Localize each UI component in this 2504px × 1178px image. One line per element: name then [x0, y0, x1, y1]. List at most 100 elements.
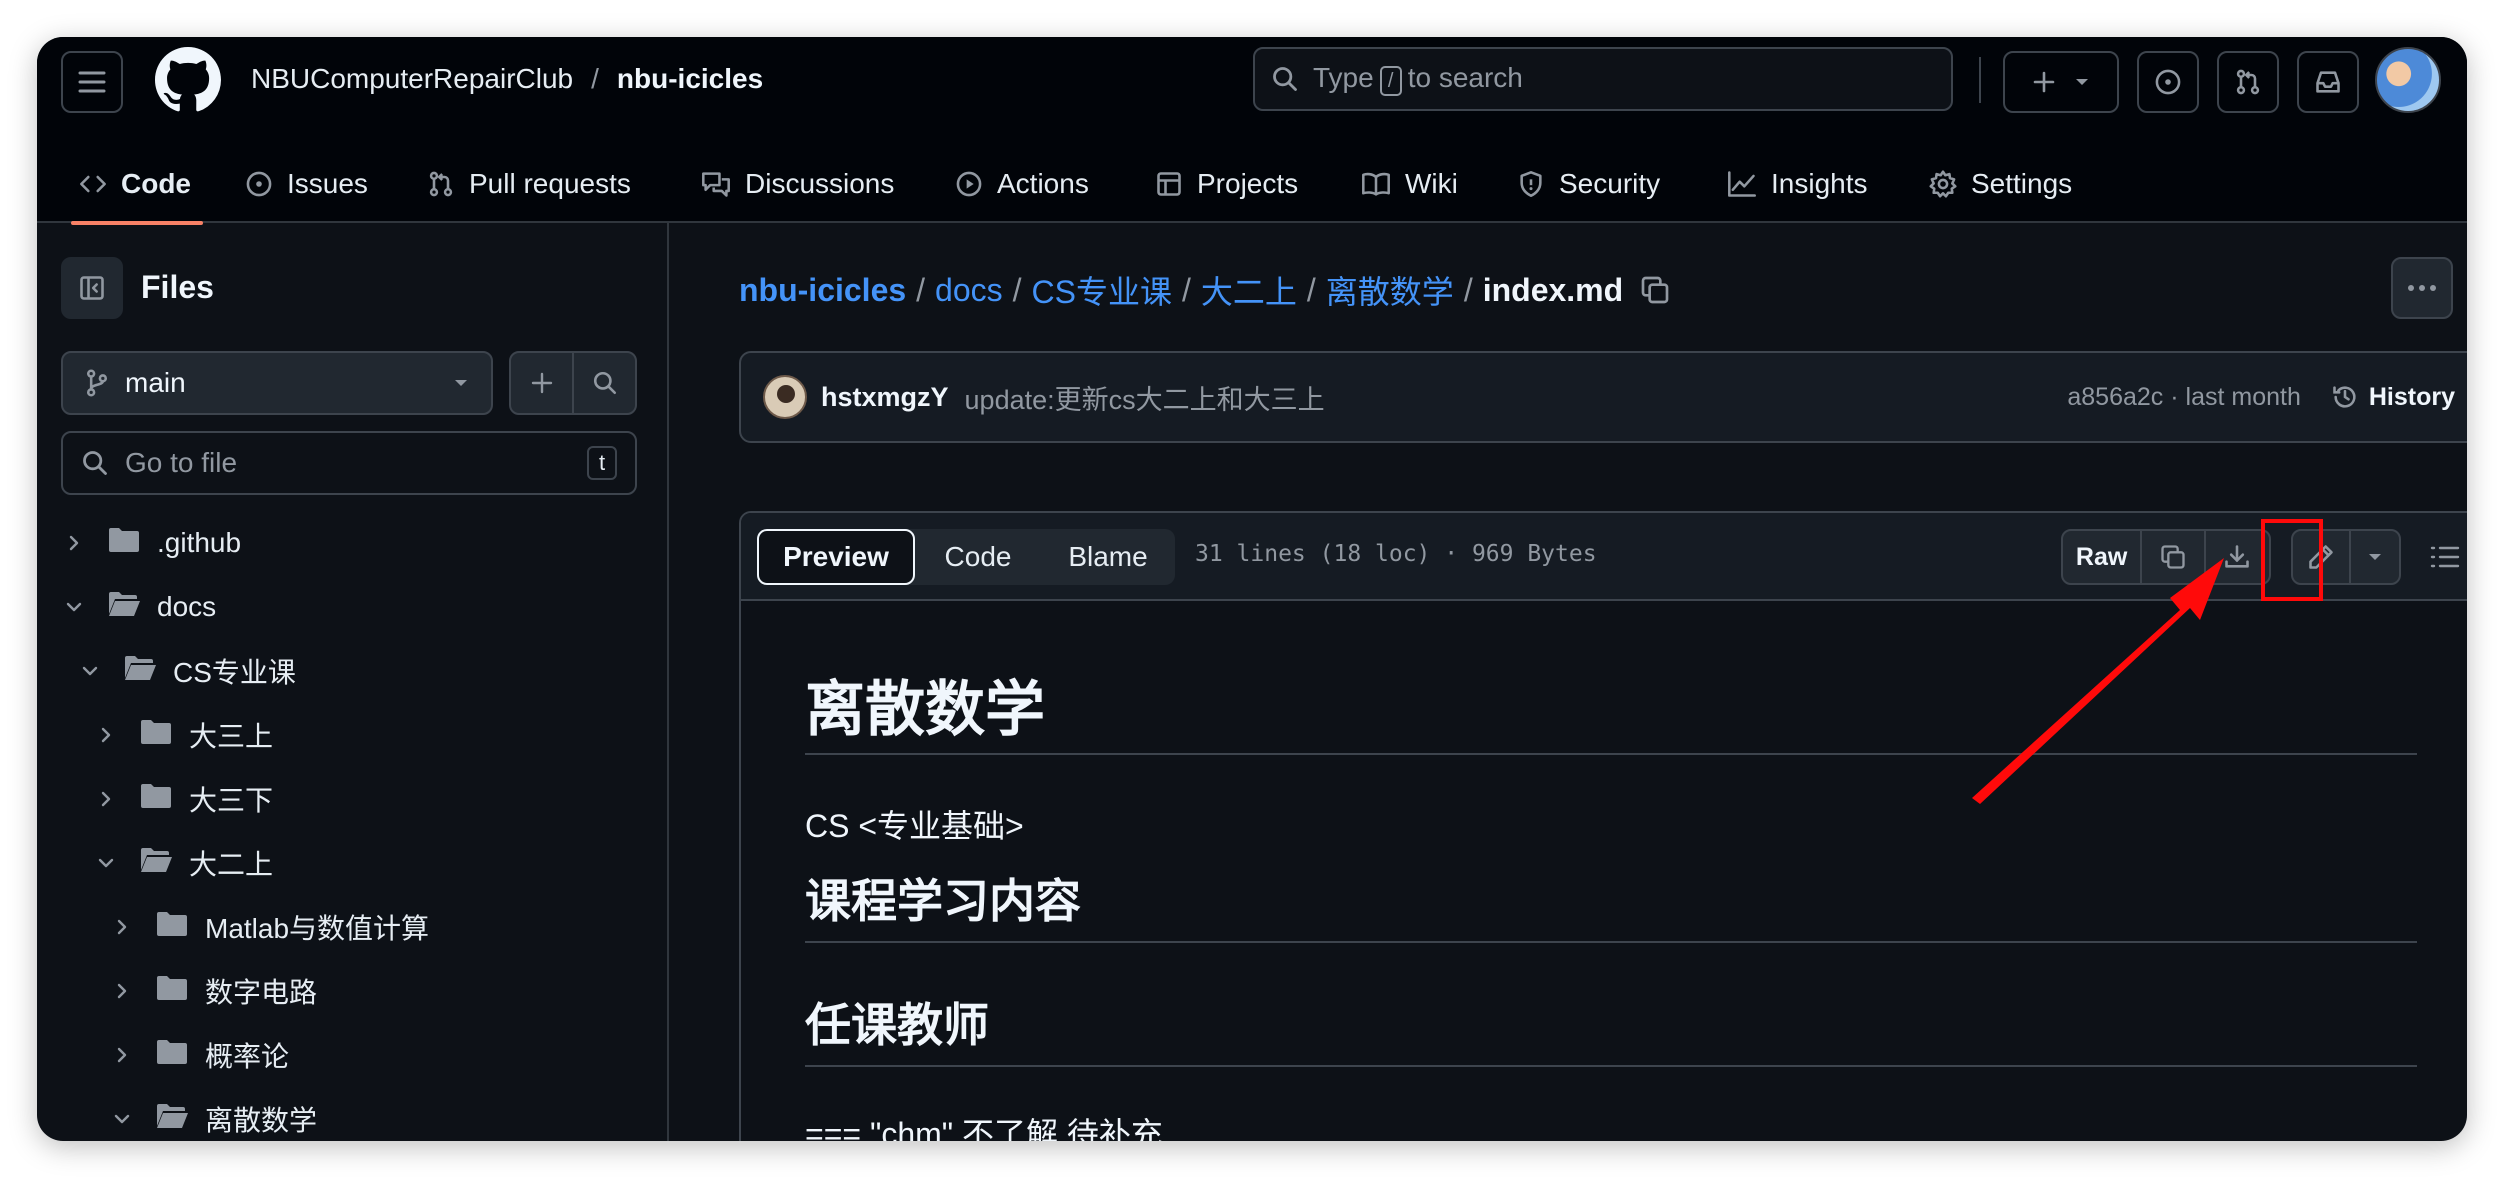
chevron-right-icon[interactable] — [107, 1045, 137, 1065]
copy-path-icon[interactable] — [1639, 274, 1671, 306]
tab-discussions[interactable]: Discussions — [697, 145, 898, 223]
tab-security-label: Security — [1559, 168, 1661, 199]
tree-item[interactable]: Matlab与数值计算 — [37, 895, 667, 959]
chevron-down-icon[interactable] — [91, 853, 121, 873]
file-actions: Raw — [2061, 529, 2271, 585]
browser-window: NBUComputerRepairClub / nbu-icicles Type… — [37, 37, 2467, 1141]
search-placeholder-prefix: Type — [1313, 62, 1374, 93]
your-pull-requests-button[interactable] — [2217, 51, 2279, 113]
markdown-paragraph: CS <专业基础> — [805, 808, 1024, 844]
tab-preview[interactable]: Preview — [757, 529, 915, 585]
tree-item[interactable]: 离散数学 — [37, 1087, 667, 1141]
tree-item[interactable]: docs — [37, 575, 667, 639]
plus-icon — [2033, 71, 2055, 93]
tab-issues-label: Issues — [287, 168, 368, 199]
search-icon — [1273, 67, 1297, 91]
user-avatar[interactable] — [2375, 47, 2441, 113]
branch-selector[interactable]: main — [61, 351, 493, 415]
more-options-button[interactable] — [2391, 257, 2453, 319]
search-code-button[interactable] — [574, 353, 635, 413]
tree-item[interactable]: .github — [37, 511, 667, 575]
chevron-right-icon[interactable] — [91, 725, 121, 745]
tab-wiki[interactable]: Wiki — [1357, 145, 1462, 223]
chevron-right-icon[interactable] — [91, 789, 121, 809]
inbox-button[interactable] — [2297, 51, 2359, 113]
tree-item[interactable]: 大三上 — [37, 703, 667, 767]
tree-item[interactable]: CS专业课 — [37, 639, 667, 703]
tree-item[interactable]: 大二上 — [37, 831, 667, 895]
tab-projects[interactable]: Projects — [1151, 145, 1302, 223]
tab-pull-requests[interactable]: Pull requests — [423, 145, 635, 223]
pencil-icon — [2309, 545, 2333, 569]
search-shortcut-key: / — [1379, 66, 1402, 96]
edit-options-button[interactable] — [2351, 531, 2399, 583]
triangle-down-icon — [455, 380, 467, 386]
file-actions-group — [509, 351, 637, 415]
raw-button[interactable]: Raw — [2063, 531, 2143, 583]
chevron-down-icon[interactable] — [107, 1109, 137, 1129]
tree-item-label: 离散数学 — [205, 1105, 318, 1136]
collapse-sidebar-button[interactable] — [61, 257, 123, 319]
breadcrumb-link-year2[interactable]: 大二上 — [1201, 267, 1297, 313]
tree-item[interactable]: 概率论 — [37, 1023, 667, 1087]
chevron-right-icon[interactable] — [59, 533, 89, 553]
go-to-file-input[interactable]: Go to file t — [61, 431, 637, 495]
file-stats: 31 lines (18 loc) · 969 Bytes — [1195, 541, 1597, 567]
commit-author-avatar[interactable] — [763, 375, 807, 419]
chevron-right-icon[interactable] — [107, 917, 137, 937]
breadcrumb-link-cs[interactable]: CS专业课 — [1032, 267, 1172, 313]
breadcrumb-link-discrete[interactable]: 离散数学 — [1326, 267, 1454, 313]
global-search-input[interactable]: Type / to search — [1253, 47, 1953, 111]
breadcrumb-repo-link[interactable]: nbu-icicles — [739, 272, 906, 309]
shield-icon — [1520, 171, 1542, 197]
repo-path: NBUComputerRepairClub / nbu-icicles — [251, 63, 763, 95]
view-mode-switch: Preview Code Blame — [757, 529, 1175, 585]
search-icon — [83, 451, 107, 475]
repo-owner-link[interactable]: NBUComputerRepairClub — [251, 63, 573, 95]
tree-item[interactable]: 大三下 — [37, 767, 667, 831]
commit-message[interactable]: update:更新cs大二上和大三上 — [965, 378, 1325, 417]
sidebar-collapse-icon — [80, 276, 104, 300]
tab-code-label: Code — [121, 168, 191, 199]
repo-name-link[interactable]: nbu-icicles — [617, 63, 763, 95]
breadcrumb-separator: / — [1182, 271, 1191, 308]
branch-name: main — [125, 367, 186, 398]
chevron-down-icon[interactable] — [75, 661, 105, 681]
h2-divider — [805, 941, 2417, 943]
chevron-down-icon[interactable] — [59, 597, 89, 617]
tab-blame[interactable]: Blame — [1041, 529, 1175, 585]
tab-insights[interactable]: Insights — [1723, 145, 1872, 223]
hamburger-icon — [78, 71, 106, 93]
menu-button[interactable] — [61, 51, 123, 113]
download-raw-button[interactable] — [2206, 531, 2269, 583]
top-bar: NBUComputerRepairClub / nbu-icicles Type… — [37, 37, 2467, 133]
file-view: nbu-icicles / docs / CS专业课 / 大二上 / 离散数学 … — [669, 223, 2467, 1141]
your-issues-button[interactable] — [2137, 51, 2199, 113]
markdown-paragraph-teacher: === "chm" 不了解 待补充 — [805, 1116, 1163, 1141]
breadcrumb-link-docs[interactable]: docs — [935, 272, 1003, 309]
folder-icon — [139, 718, 173, 753]
global-header: NBUComputerRepairClub / nbu-icicles Type… — [37, 37, 2467, 225]
code-icon — [80, 175, 106, 193]
tab-code-view[interactable]: Code — [915, 529, 1041, 585]
edit-file-button[interactable] — [2293, 531, 2351, 583]
tab-code[interactable]: Code — [71, 145, 203, 225]
tab-settings[interactable]: Settings — [1925, 145, 2076, 223]
commit-meta[interactable]: a856a2c · last month — [2067, 383, 2300, 412]
commit-author[interactable]: hstxmgzY — [821, 382, 949, 413]
tab-issues[interactable]: Issues — [241, 145, 372, 223]
tab-security[interactable]: Security — [1513, 145, 1664, 223]
create-new-button[interactable] — [2003, 51, 2119, 113]
outline-button[interactable] — [2417, 529, 2467, 585]
tree-item[interactable]: 数字电路 — [37, 959, 667, 1023]
search-placeholder-suffix: to search — [1407, 62, 1523, 93]
copy-raw-button[interactable] — [2142, 531, 2206, 583]
folder-icon — [155, 1038, 189, 1073]
tab-actions[interactable]: Actions — [951, 145, 1093, 223]
history-button[interactable]: History — [2331, 383, 2455, 412]
chevron-right-icon[interactable] — [107, 981, 137, 1001]
github-logo-icon[interactable] — [155, 47, 221, 113]
add-file-button[interactable] — [511, 353, 574, 413]
breadcrumb-separator: / — [1012, 271, 1022, 308]
h2-divider — [805, 1065, 2417, 1067]
